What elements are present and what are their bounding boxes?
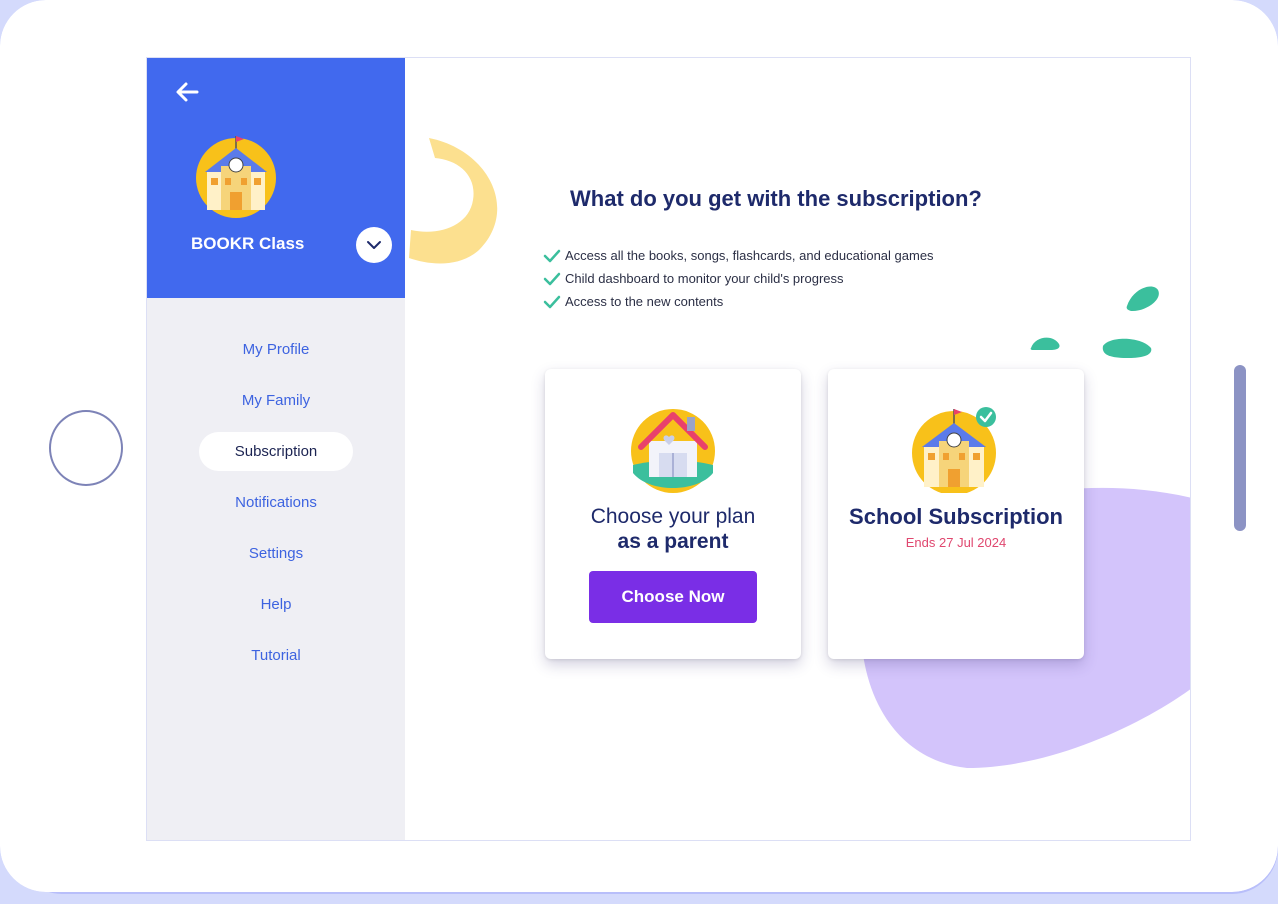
list-item: Access to the new contents: [543, 290, 934, 313]
page-title: What do you get with the subscription?: [570, 186, 982, 211]
check-icon: [543, 249, 561, 262]
class-dropdown-button[interactable]: [356, 227, 392, 263]
check-icon: [543, 295, 561, 308]
sidebar: BOOKR Class My Profile My Family Subscri…: [147, 58, 405, 840]
benefit-text: Child dashboard to monitor your child's …: [565, 271, 844, 286]
school-subscription-title: School Subscription: [849, 504, 1063, 529]
sidebar-header: BOOKR Class: [147, 58, 405, 298]
side-handle: [1234, 365, 1246, 531]
house-icon: [631, 409, 715, 493]
plan-line-2: as a parent: [617, 530, 729, 553]
benefit-text: Access to the new contents: [565, 294, 724, 309]
sidebar-item-notifications[interactable]: Notifications: [199, 483, 353, 522]
sidebar-item-my-family[interactable]: My Family: [199, 381, 353, 420]
check-icon: [543, 272, 561, 285]
sidebar-item-subscription[interactable]: Subscription: [199, 432, 353, 471]
sidebar-menu: My Profile My Family Subscription Notifi…: [147, 330, 405, 687]
list-item: Child dashboard to monitor your child's …: [543, 267, 934, 290]
benefits-list: Access all the books, songs, flashcards,…: [543, 244, 934, 313]
subscription-end-date: Ends 27 Jul 2024: [905, 535, 1007, 550]
parent-plan-card: Choose your plan as a parent Choose Now: [545, 369, 801, 659]
choose-now-button[interactable]: Choose Now: [589, 571, 757, 623]
sidebar-item-tutorial[interactable]: Tutorial: [199, 636, 353, 675]
sidebar-item-help[interactable]: Help: [199, 585, 353, 624]
decorative-blobs: [1030, 286, 1159, 358]
school-check-icon: [912, 407, 996, 493]
chevron-down-icon: [367, 241, 381, 249]
back-arrow-icon[interactable]: [173, 78, 201, 106]
class-name: BOOKR Class: [191, 234, 305, 253]
sidebar-item-settings[interactable]: Settings: [199, 534, 353, 573]
benefit-text: Access all the books, songs, flashcards,…: [565, 248, 934, 263]
app-screen: BOOKR Class My Profile My Family Subscri…: [146, 57, 1191, 841]
decorative-arc: [409, 138, 498, 264]
school-avatar-icon: [196, 136, 276, 218]
home-button[interactable]: [49, 410, 123, 486]
sidebar-item-my-profile[interactable]: My Profile: [199, 330, 353, 369]
list-item: Access all the books, songs, flashcards,…: [543, 244, 934, 267]
school-subscription-card: School Subscription Ends 27 Jul 2024: [828, 369, 1084, 659]
plan-line-1: Choose your plan: [590, 505, 756, 528]
